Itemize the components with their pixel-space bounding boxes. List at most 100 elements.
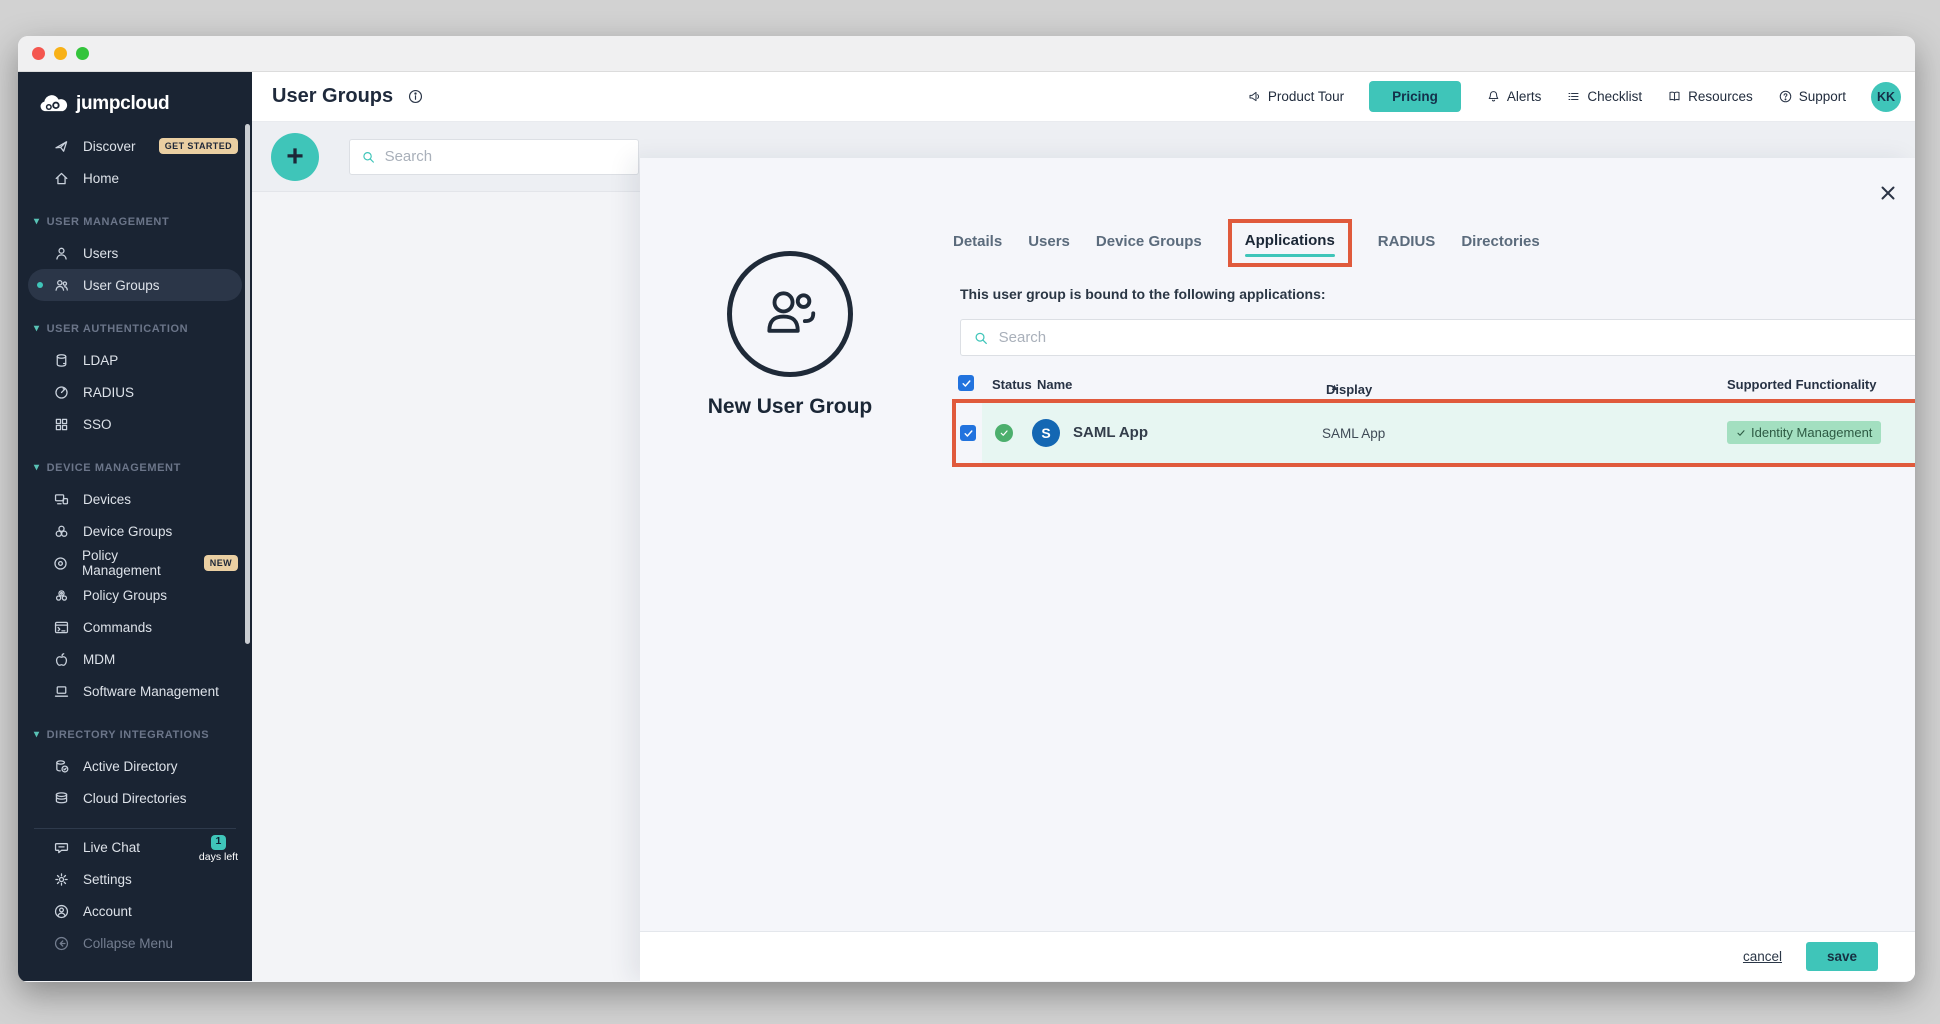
cancel-button[interactable]: cancel bbox=[1743, 949, 1782, 964]
sidebar-item-label: MDM bbox=[83, 652, 115, 667]
tab-directories[interactable]: Directories bbox=[1461, 233, 1539, 254]
sidebar-scrollbar[interactable] bbox=[245, 124, 250, 644]
bell-icon bbox=[1486, 89, 1501, 104]
tab-radius[interactable]: RADIUS bbox=[1378, 233, 1436, 254]
select-all-checkbox[interactable] bbox=[958, 375, 974, 391]
application-search-input[interactable] bbox=[999, 329, 1915, 346]
search-icon bbox=[973, 330, 989, 346]
directory-db-icon bbox=[52, 757, 70, 775]
grid-icon bbox=[52, 415, 70, 433]
sidebar-item-commands[interactable]: Commands bbox=[18, 611, 252, 643]
row-checkbox[interactable] bbox=[960, 425, 976, 441]
sidebar-item-label: Policy Management bbox=[82, 548, 191, 578]
section-user-management[interactable]: ▾USER MANAGEMENT bbox=[18, 207, 252, 237]
close-window-button[interactable] bbox=[32, 47, 45, 60]
drawer-footer: cancel save bbox=[640, 931, 1915, 981]
sidebar-item-label: Software Management bbox=[83, 684, 219, 699]
maximize-window-button[interactable] bbox=[76, 47, 89, 60]
group-list-search[interactable] bbox=[349, 139, 639, 175]
chevron-down-icon: ▾ bbox=[34, 729, 40, 740]
sidebar-item-label: Account bbox=[83, 904, 132, 919]
app-window: jumpcloud DiscoverGET STARTED Home ▾USER M… bbox=[18, 36, 1915, 982]
section-directory-integrations[interactable]: ▾DIRECTORY INTEGRATIONS bbox=[18, 720, 252, 750]
page-title: User Groups bbox=[272, 85, 393, 108]
sidebar-item-user-groups[interactable]: User Groups bbox=[28, 269, 242, 301]
sidebar-item-cloud-directories[interactable]: Cloud Directories bbox=[18, 782, 252, 814]
policy-group-icon bbox=[52, 586, 70, 604]
saml-app-avatar: S bbox=[1032, 419, 1060, 447]
user-icon bbox=[52, 244, 70, 262]
sidebar-item-label: Collapse Menu bbox=[83, 936, 173, 951]
sidebar-item-mdm[interactable]: MDM bbox=[18, 643, 252, 675]
product-tour-button[interactable]: Product Tour bbox=[1247, 89, 1344, 104]
cloud-db-icon bbox=[52, 789, 70, 807]
collapse-icon bbox=[52, 934, 70, 952]
close-icon[interactable] bbox=[1877, 182, 1901, 206]
sidebar-item-policy-management[interactable]: Policy ManagementNEW bbox=[18, 547, 252, 579]
days-left-count: 1 bbox=[211, 835, 226, 850]
badge-get-started: GET STARTED bbox=[159, 138, 238, 154]
minimize-window-button[interactable] bbox=[54, 47, 67, 60]
terminal-icon bbox=[52, 618, 70, 636]
user-group-glyph-icon bbox=[759, 283, 821, 345]
target-icon bbox=[52, 554, 69, 572]
column-status[interactable]: Status bbox=[992, 377, 1032, 392]
tab-details[interactable]: Details bbox=[953, 233, 1002, 254]
sidebar-item-label: Commands bbox=[83, 620, 152, 635]
bound-description: This user group is bound to the followin… bbox=[960, 286, 1326, 302]
sidebar-item-policy-groups[interactable]: Policy Groups bbox=[18, 579, 252, 611]
checklist-icon bbox=[1566, 89, 1581, 104]
sidebar-item-label: Device Groups bbox=[83, 524, 172, 539]
sidebar-item-devices[interactable]: Devices bbox=[18, 483, 252, 515]
save-button[interactable]: save bbox=[1806, 942, 1878, 971]
info-icon[interactable] bbox=[407, 88, 424, 105]
sidebar-item-label: RADIUS bbox=[83, 385, 134, 400]
checklist-button[interactable]: Checklist bbox=[1566, 89, 1642, 104]
section-device-management[interactable]: ▾DEVICE MANAGEMENT bbox=[18, 453, 252, 483]
sidebar-item-label: Active Directory bbox=[83, 759, 178, 774]
sidebar-item-active-directory[interactable]: Active Directory bbox=[18, 750, 252, 782]
user-avatar[interactable]: KK bbox=[1871, 82, 1901, 112]
alerts-button[interactable]: Alerts bbox=[1486, 89, 1542, 104]
home-icon bbox=[52, 169, 70, 187]
section-user-authentication[interactable]: ▾USER AUTHENTICATION bbox=[18, 314, 252, 344]
sidebar-item-collapse-menu[interactable]: Collapse Menu bbox=[18, 927, 252, 959]
annotation-rectangle-row: S SAML App SAML App Identity Management bbox=[952, 399, 1915, 467]
column-supported-functionality[interactable]: Supported Functionality bbox=[1727, 377, 1877, 392]
sidebar-item-ldap[interactable]: LDAP bbox=[18, 344, 252, 376]
gauge-icon bbox=[52, 383, 70, 401]
sidebar-item-live-chat[interactable]: Live Chat1days left bbox=[18, 831, 252, 863]
sidebar-item-radius[interactable]: RADIUS bbox=[18, 376, 252, 408]
help-icon bbox=[1778, 89, 1793, 104]
jumpcloud-logo[interactable]: jumpcloud bbox=[18, 72, 252, 124]
tab-applications[interactable]: Applications bbox=[1245, 232, 1335, 253]
sidebar-item-label: Home bbox=[83, 171, 119, 186]
supported-functionality-badge: Identity Management bbox=[1727, 421, 1881, 444]
support-button[interactable]: Support bbox=[1778, 89, 1846, 104]
rocket-icon bbox=[52, 137, 70, 155]
sidebar-item-label: Devices bbox=[83, 492, 131, 507]
sidebar-item-home[interactable]: Home bbox=[18, 162, 252, 194]
group-search-input[interactable] bbox=[385, 148, 627, 165]
sidebar-item-discover[interactable]: DiscoverGET STARTED bbox=[18, 130, 252, 162]
sidebar-item-users[interactable]: Users bbox=[18, 237, 252, 269]
sidebar-item-sso[interactable]: SSO bbox=[18, 408, 252, 440]
apple-icon bbox=[52, 650, 70, 668]
sidebar-item-device-groups[interactable]: Device Groups bbox=[18, 515, 252, 547]
book-icon bbox=[1667, 89, 1682, 104]
sidebar-item-software-management[interactable]: Software Management bbox=[18, 675, 252, 707]
app-name-cell[interactable]: SAML App bbox=[1073, 424, 1148, 441]
sidebar-item-account[interactable]: Account bbox=[18, 895, 252, 927]
application-search[interactable] bbox=[960, 319, 1915, 356]
sidebar-item-label: LDAP bbox=[83, 353, 118, 368]
add-user-group-button[interactable]: + bbox=[271, 133, 319, 181]
sidebar-item-settings[interactable]: Settings bbox=[18, 863, 252, 895]
search-icon bbox=[361, 149, 376, 165]
column-name[interactable]: Name bbox=[1037, 377, 1072, 392]
tab-device-groups[interactable]: Device Groups bbox=[1096, 233, 1202, 254]
pricing-button[interactable]: Pricing bbox=[1369, 81, 1461, 112]
resources-button[interactable]: Resources bbox=[1667, 89, 1753, 104]
main-area: User Groups Product Tour Pricing Alerts bbox=[252, 72, 1915, 981]
tab-users[interactable]: Users bbox=[1028, 233, 1070, 254]
days-left-label: days left bbox=[199, 852, 238, 864]
